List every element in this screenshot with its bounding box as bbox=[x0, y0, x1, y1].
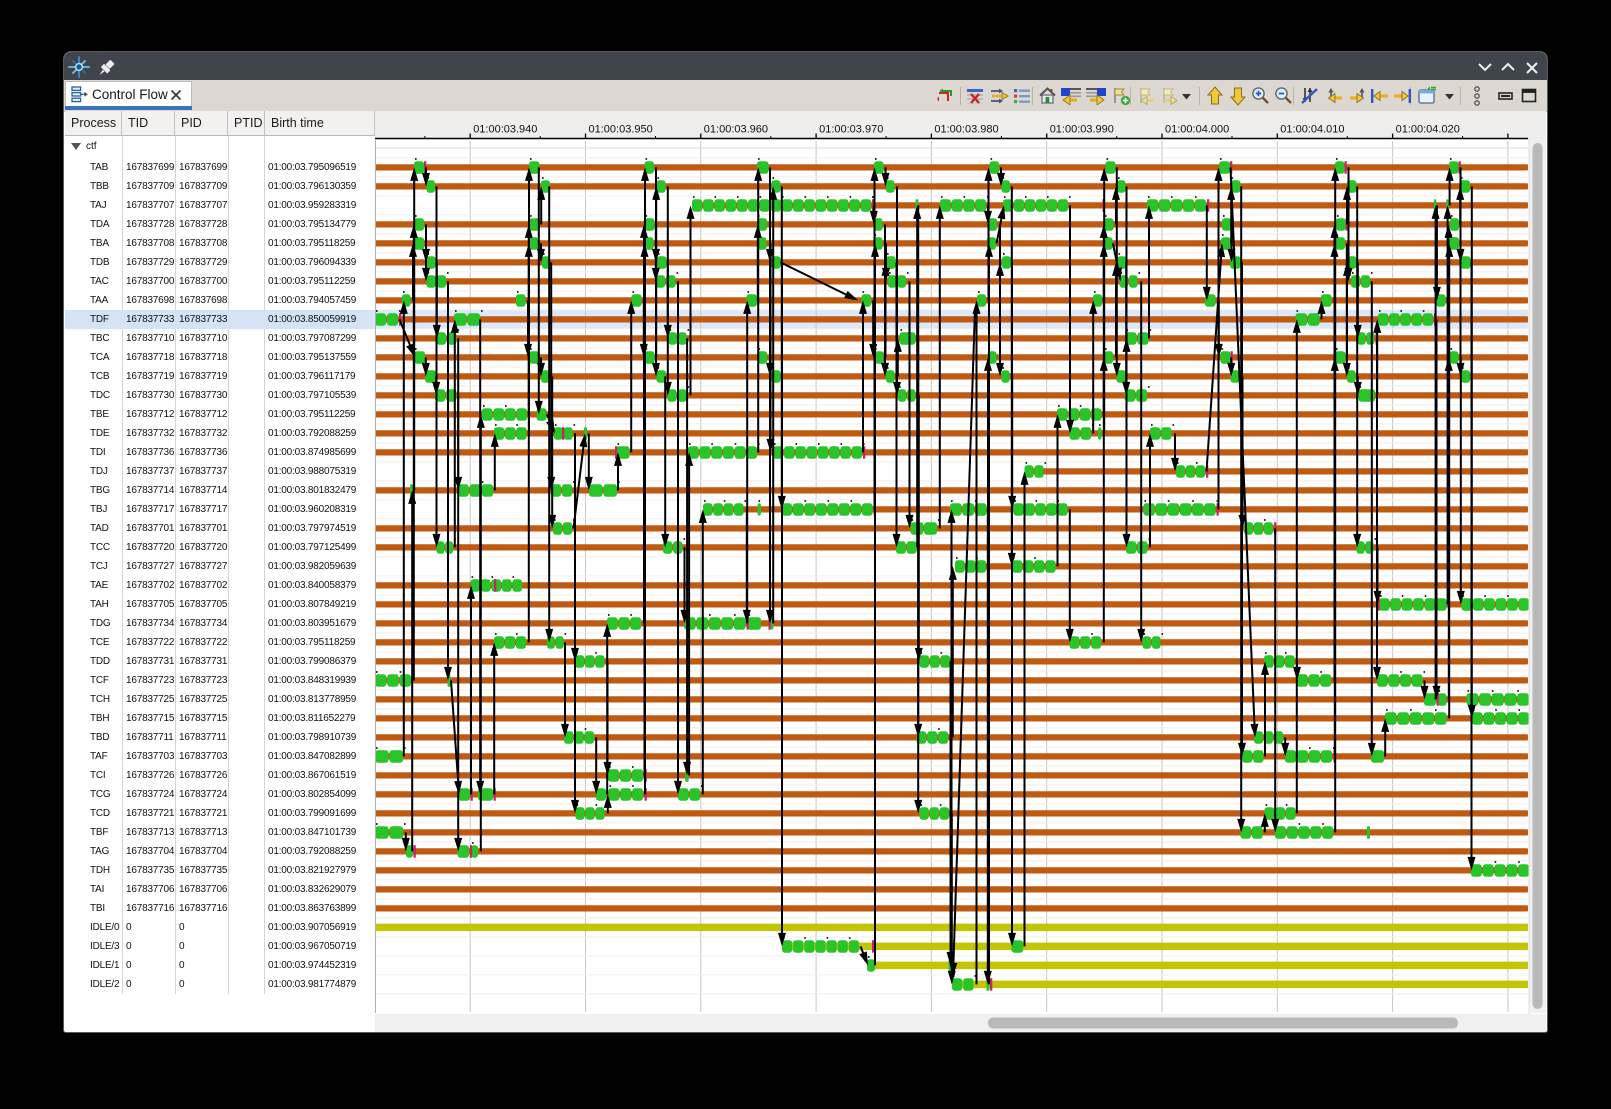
svg-text:01:00:04.000: 01:00:04.000 bbox=[1165, 124, 1229, 136]
svg-text:01:00:03.950: 01:00:03.950 bbox=[589, 124, 653, 136]
svg-text:01:00:04.020: 01:00:04.020 bbox=[1396, 124, 1460, 136]
svg-text:01:00:03.980: 01:00:03.980 bbox=[934, 124, 998, 136]
svg-text:01:00:03.990: 01:00:03.990 bbox=[1050, 124, 1114, 136]
svg-text:01:00:03.940: 01:00:03.940 bbox=[473, 124, 537, 136]
svg-text:01:00:04.010: 01:00:04.010 bbox=[1280, 124, 1344, 136]
svg-text:01:00:03.960: 01:00:03.960 bbox=[704, 124, 768, 136]
svg-text:01:00:03.970: 01:00:03.970 bbox=[819, 124, 883, 136]
